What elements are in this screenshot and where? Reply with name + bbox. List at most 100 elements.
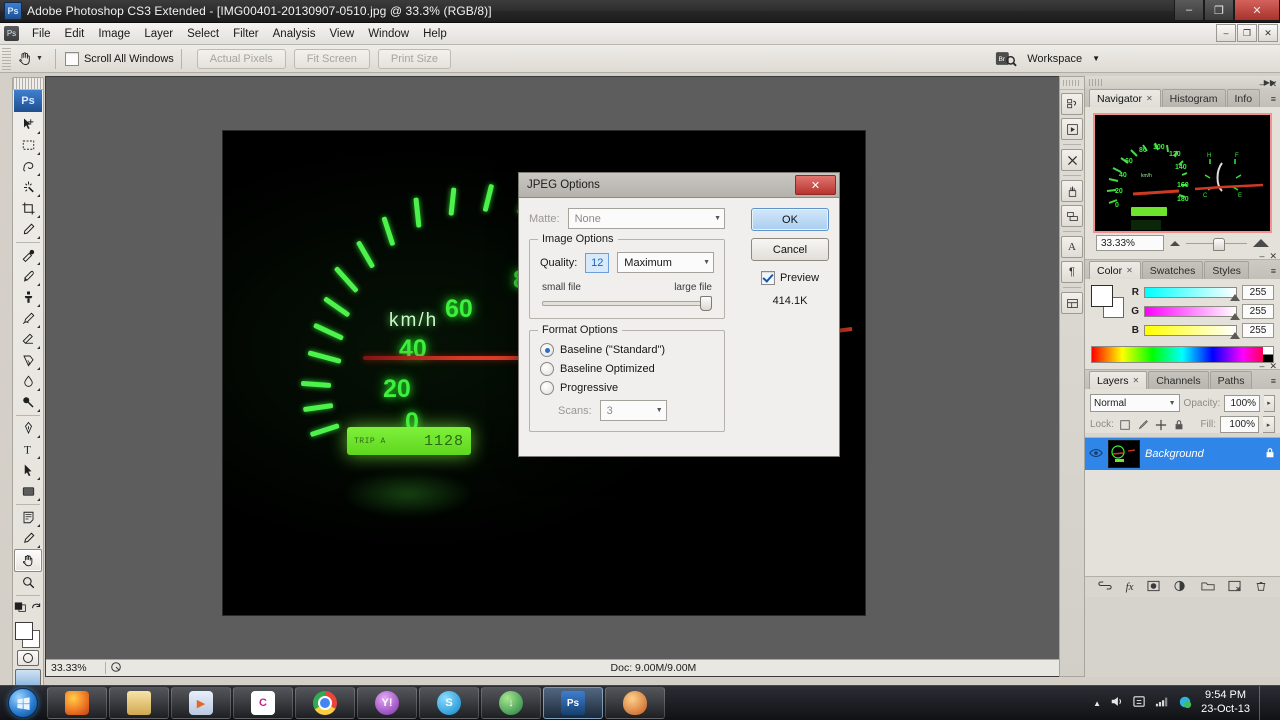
lock-all-icon[interactable] (1172, 418, 1186, 432)
color-close-icon[interactable]: ✕ (1269, 251, 1277, 262)
slice-tool[interactable] (15, 219, 41, 240)
gradient-tool[interactable] (15, 350, 41, 371)
maximize-button[interactable]: ❐ (1204, 0, 1234, 21)
tab-histogram[interactable]: Histogram (1161, 89, 1226, 107)
taskbar-yahoo-messenger[interactable]: Y! (357, 687, 417, 719)
clone-source-panel-icon[interactable] (1061, 205, 1083, 227)
actual-pixels-button[interactable]: Actual Pixels (196, 48, 286, 69)
layer-name[interactable]: Background (1145, 448, 1259, 460)
quality-input[interactable]: 12 (585, 252, 610, 273)
taskbar-chrome[interactable] (295, 687, 355, 719)
zoom-tool[interactable] (15, 572, 41, 593)
taskbar-media-player[interactable]: ▶ (171, 687, 231, 719)
radio-baseline-optimized[interactable]: Baseline Optimized (540, 362, 714, 376)
opacity-value[interactable]: 100% (1224, 394, 1261, 412)
radio-progressive[interactable]: Progressive (540, 381, 714, 395)
eyedropper-tool[interactable] (15, 528, 41, 549)
color-minimize-icon[interactable]: – (1259, 251, 1264, 262)
tab-info[interactable]: Info (1226, 89, 1261, 107)
print-size-button[interactable]: Print Size (377, 48, 451, 69)
taskbar-skype[interactable]: S (419, 687, 479, 719)
dodge-tool[interactable] (15, 392, 41, 413)
layer-style-icon[interactable]: fx (1126, 581, 1134, 593)
close-button[interactable]: ✕ (1234, 0, 1280, 21)
antivirus-icon[interactable] (1178, 695, 1192, 712)
layer-thumbnail[interactable] (1108, 440, 1140, 468)
hand-tool-icon[interactable] (14, 48, 36, 70)
dock-grip[interactable] (1060, 77, 1084, 90)
eraser-tool[interactable] (15, 329, 41, 350)
blue-value[interactable]: 255 (1242, 323, 1274, 338)
green-value[interactable]: 255 (1242, 304, 1274, 319)
green-slider[interactable] (1144, 306, 1240, 320)
quality-slider[interactable] (542, 296, 712, 311)
history-panel-icon[interactable] (1061, 93, 1083, 115)
menu-file[interactable]: File (25, 25, 58, 43)
adjustment-layer-icon[interactable] (1174, 580, 1187, 595)
workspace-caret-icon[interactable]: ▼ (1092, 54, 1100, 63)
lock-transparent-pixels-icon[interactable] (1118, 418, 1132, 432)
color-swatches[interactable] (14, 621, 42, 648)
pen-tool[interactable] (15, 418, 41, 439)
red-knob[interactable] (1230, 294, 1240, 301)
radio-baseline-standard[interactable]: Baseline ("Standard") (540, 343, 714, 357)
zoom-level[interactable]: 33.33% (46, 662, 101, 674)
green-knob[interactable] (1230, 313, 1240, 320)
magic-wand-tool[interactable] (15, 177, 41, 198)
color-panel-swatches[interactable] (1091, 285, 1125, 318)
healing-brush-tool[interactable] (15, 245, 41, 266)
document-close-button[interactable]: ✕ (1258, 24, 1278, 42)
layer-comps-panel-icon[interactable] (1061, 292, 1083, 314)
minimize-button[interactable]: – (1174, 0, 1204, 21)
taskbar-camtasia[interactable]: C (233, 687, 293, 719)
tab-styles[interactable]: Styles (1204, 261, 1249, 279)
opacity-stepper[interactable]: ▸ (1264, 394, 1275, 412)
show-hidden-icons-icon[interactable]: ▲ (1093, 699, 1101, 708)
go-to-bridge-icon[interactable]: Br (995, 49, 1017, 68)
rectangle-shape-tool[interactable] (15, 481, 41, 502)
tab-color[interactable]: Color ✕ (1089, 261, 1141, 279)
menu-analysis[interactable]: Analysis (266, 25, 323, 43)
action-center-icon[interactable] (1133, 695, 1146, 711)
red-value[interactable]: 255 (1242, 285, 1274, 300)
menu-select[interactable]: Select (180, 25, 226, 43)
foreground-color-swatch[interactable] (15, 622, 33, 640)
color-spectrum-ramp[interactable] (1091, 346, 1274, 363)
brush-tool[interactable] (15, 266, 41, 287)
tab-close-icon[interactable]: ✕ (1146, 94, 1153, 103)
crop-tool[interactable] (15, 198, 41, 219)
quality-preset-select[interactable]: Maximum ▼ (617, 252, 714, 273)
character-panel-icon[interactable]: A (1061, 236, 1083, 258)
quick-mask-mode-icon[interactable] (14, 600, 27, 616)
blend-mode-select[interactable]: Normal ▼ (1090, 394, 1180, 412)
fill-stepper[interactable]: ▸ (1263, 416, 1275, 433)
taskbar-explorer[interactable] (109, 687, 169, 719)
type-tool[interactable]: T (15, 439, 41, 460)
layers-menu-icon[interactable]: ≡ (1271, 376, 1276, 386)
lock-position-icon[interactable] (1154, 418, 1168, 432)
notes-tool[interactable] (15, 507, 41, 528)
menu-edit[interactable]: Edit (58, 25, 92, 43)
scroll-all-windows-checkbox[interactable]: Scroll All Windows (64, 51, 174, 66)
cancel-button[interactable]: Cancel (751, 238, 829, 261)
color-menu-icon[interactable]: ≡ (1271, 266, 1276, 276)
taskbar-photoshop[interactable]: Ps (543, 687, 603, 719)
red-slider[interactable] (1144, 287, 1240, 301)
zoom-in-icon[interactable] (1253, 239, 1269, 247)
document-restore-button[interactable]: ❐ (1237, 24, 1257, 42)
ok-button[interactable]: OK (751, 208, 829, 231)
layers-tab-close-icon[interactable]: ✕ (1133, 376, 1140, 385)
taskbar-clock[interactable]: 9:54 PM 23-Oct-13 (1201, 689, 1250, 717)
hand-tool[interactable] (14, 549, 42, 572)
tool-presets-panel-icon[interactable] (1061, 149, 1083, 171)
options-bar-grip[interactable] (2, 47, 11, 70)
brushes-panel-icon[interactable] (1061, 180, 1083, 202)
navigator-thumbnail[interactable]: 40200 6080100 120140160180 km/h (1093, 113, 1272, 233)
actions-panel-icon[interactable] (1061, 118, 1083, 140)
menu-layer[interactable]: Layer (137, 25, 180, 43)
blue-knob[interactable] (1230, 332, 1240, 339)
quality-slider-knob[interactable] (700, 296, 712, 311)
paragraph-panel-icon[interactable]: ¶ (1061, 261, 1083, 283)
navigator-minimize-icon[interactable]: – (1259, 79, 1264, 90)
navigator-zoom-slider[interactable] (1186, 237, 1247, 251)
